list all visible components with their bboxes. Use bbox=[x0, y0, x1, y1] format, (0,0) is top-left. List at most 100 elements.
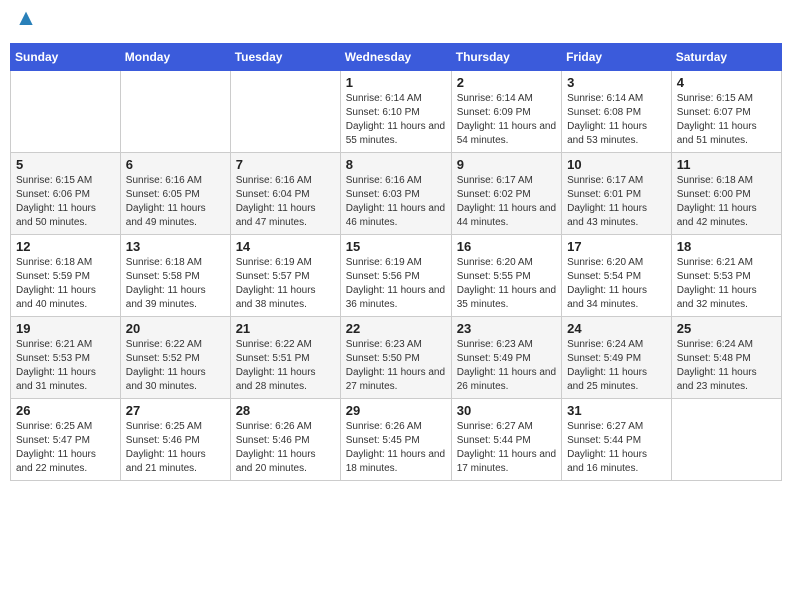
day-info: Sunrise: 6:27 AM Sunset: 5:44 PM Dayligh… bbox=[567, 420, 666, 476]
day-info: Sunrise: 6:24 AM Sunset: 5:48 PM Dayligh… bbox=[677, 338, 776, 394]
day-number: 20 bbox=[126, 321, 225, 336]
day-info: Sunrise: 6:18 AM Sunset: 5:58 PM Dayligh… bbox=[126, 256, 225, 312]
day-info: Sunrise: 6:16 AM Sunset: 6:04 PM Dayligh… bbox=[236, 174, 335, 230]
day-number: 19 bbox=[16, 321, 115, 336]
calendar-cell: 1Sunrise: 6:14 AM Sunset: 6:10 PM Daylig… bbox=[340, 71, 451, 153]
day-number: 8 bbox=[346, 157, 446, 172]
col-header-sunday: Sunday bbox=[11, 44, 121, 71]
day-info: Sunrise: 6:21 AM Sunset: 5:53 PM Dayligh… bbox=[677, 256, 776, 312]
day-number: 25 bbox=[677, 321, 776, 336]
day-info: Sunrise: 6:26 AM Sunset: 5:45 PM Dayligh… bbox=[346, 420, 446, 476]
calendar-cell: 3 Sunrise: 6:14 AM Sunset: 6:08 PM Daylig… bbox=[562, 71, 672, 153]
calendar-cell: 13 Sunrise: 6:18 AM Sunset: 5:58 PM Dayli… bbox=[120, 235, 230, 317]
calendar-cell: 30 Sunrise: 6:27 AM Sunset: 5:44 PM Dayli… bbox=[451, 399, 561, 481]
day-number: 13 bbox=[126, 239, 225, 254]
day-number: 23 bbox=[457, 321, 556, 336]
calendar-cell: 12 Sunrise: 6:18 AM Sunset: 5:59 PM Dayli… bbox=[11, 235, 121, 317]
calendar-cell: 11Sunrise: 6:18 AM Sunset: 6:00 PM Dayli… bbox=[671, 153, 781, 235]
calendar-cell: 5 Sunrise: 6:15 AM Sunset: 6:06 PM Daylig… bbox=[11, 153, 121, 235]
day-number: 31 bbox=[567, 403, 666, 418]
calendar-cell: 26 Sunrise: 6:25 AM Sunset: 5:47 PM Dayli… bbox=[11, 399, 121, 481]
week-row-3: 12 Sunrise: 6:18 AM Sunset: 5:59 PM Dayli… bbox=[11, 235, 782, 317]
day-info: Sunrise: 6:27 AM Sunset: 5:44 PM Dayligh… bbox=[457, 420, 556, 476]
day-number: 24 bbox=[567, 321, 666, 336]
day-info: Sunrise: 6:19 AM Sunset: 5:56 PM Dayligh… bbox=[346, 256, 446, 312]
day-info: Sunrise: 6:25 AM Sunset: 5:46 PM Dayligh… bbox=[126, 420, 225, 476]
day-number: 14 bbox=[236, 239, 335, 254]
day-number: 18 bbox=[677, 239, 776, 254]
page-header bbox=[10, 10, 782, 35]
day-number: 5 bbox=[16, 157, 115, 172]
week-row-2: 5 Sunrise: 6:15 AM Sunset: 6:06 PM Daylig… bbox=[11, 153, 782, 235]
day-info: Sunrise: 6:20 AM Sunset: 5:54 PM Dayligh… bbox=[567, 256, 666, 312]
day-number: 30 bbox=[457, 403, 556, 418]
day-info: Sunrise: 6:15 AM Sunset: 6:06 PM Dayligh… bbox=[16, 174, 115, 230]
day-number: 9 bbox=[457, 157, 556, 172]
day-info: Sunrise: 6:14 AM Sunset: 6:09 PM Dayligh… bbox=[457, 92, 556, 148]
day-number: 22 bbox=[346, 321, 446, 336]
day-info: Sunrise: 6:14 AM Sunset: 6:08 PM Dayligh… bbox=[567, 92, 666, 148]
col-header-wednesday: Wednesday bbox=[340, 44, 451, 71]
calendar-cell: 6 Sunrise: 6:16 AM Sunset: 6:05 PM Daylig… bbox=[120, 153, 230, 235]
calendar-cell bbox=[671, 399, 781, 481]
calendar-cell: 7 Sunrise: 6:16 AM Sunset: 6:04 PM Daylig… bbox=[230, 153, 340, 235]
day-number: 28 bbox=[236, 403, 335, 418]
calendar-cell: 2 Sunrise: 6:14 AM Sunset: 6:09 PM Daylig… bbox=[451, 71, 561, 153]
calendar-cell: 28 Sunrise: 6:26 AM Sunset: 5:46 PM Dayli… bbox=[230, 399, 340, 481]
col-header-saturday: Saturday bbox=[671, 44, 781, 71]
day-number: 3 bbox=[567, 75, 666, 90]
day-info: Sunrise: 6:22 AM Sunset: 5:51 PM Dayligh… bbox=[236, 338, 335, 394]
calendar-cell bbox=[11, 71, 121, 153]
calendar-cell: 16Sunrise: 6:20 AM Sunset: 5:55 PM Dayli… bbox=[451, 235, 561, 317]
day-info: Sunrise: 6:17 AM Sunset: 6:01 PM Dayligh… bbox=[567, 174, 666, 230]
calendar-cell bbox=[120, 71, 230, 153]
col-header-monday: Monday bbox=[120, 44, 230, 71]
day-number: 29 bbox=[346, 403, 446, 418]
calendar-cell: 20 Sunrise: 6:22 AM Sunset: 5:52 PM Dayli… bbox=[120, 317, 230, 399]
col-header-thursday: Thursday bbox=[451, 44, 561, 71]
calendar-cell: 22 Sunrise: 6:23 AM Sunset: 5:50 PM Dayli… bbox=[340, 317, 451, 399]
calendar-cell: 21 Sunrise: 6:22 AM Sunset: 5:51 PM Dayli… bbox=[230, 317, 340, 399]
calendar-cell: 9Sunrise: 6:17 AM Sunset: 6:02 PM Daylig… bbox=[451, 153, 561, 235]
day-number: 6 bbox=[126, 157, 225, 172]
week-row-4: 19 Sunrise: 6:21 AM Sunset: 5:53 PM Dayli… bbox=[11, 317, 782, 399]
day-info: Sunrise: 6:26 AM Sunset: 5:46 PM Dayligh… bbox=[236, 420, 335, 476]
day-number: 26 bbox=[16, 403, 115, 418]
day-info: Sunrise: 6:23 AM Sunset: 5:49 PM Dayligh… bbox=[457, 338, 556, 394]
calendar-cell: 10 Sunrise: 6:17 AM Sunset: 6:01 PM Dayli… bbox=[562, 153, 672, 235]
day-info: Sunrise: 6:19 AM Sunset: 5:57 PM Dayligh… bbox=[236, 256, 335, 312]
calendar-cell: 19 Sunrise: 6:21 AM Sunset: 5:53 PM Dayli… bbox=[11, 317, 121, 399]
calendar-cell: 17 Sunrise: 6:20 AM Sunset: 5:54 PM Dayli… bbox=[562, 235, 672, 317]
calendar-table: SundayMondayTuesdayWednesdayThursdayFrid… bbox=[10, 43, 782, 481]
week-row-5: 26 Sunrise: 6:25 AM Sunset: 5:47 PM Dayli… bbox=[11, 399, 782, 481]
day-number: 16 bbox=[457, 239, 556, 254]
day-info: Sunrise: 6:21 AM Sunset: 5:53 PM Dayligh… bbox=[16, 338, 115, 394]
day-number: 27 bbox=[126, 403, 225, 418]
day-info: Sunrise: 6:15 AM Sunset: 6:07 PM Dayligh… bbox=[677, 92, 776, 148]
day-info: Sunrise: 6:24 AM Sunset: 5:49 PM Dayligh… bbox=[567, 338, 666, 394]
day-info: Sunrise: 6:23 AM Sunset: 5:50 PM Dayligh… bbox=[346, 338, 446, 394]
day-info: Sunrise: 6:25 AM Sunset: 5:47 PM Dayligh… bbox=[16, 420, 115, 476]
day-info: Sunrise: 6:16 AM Sunset: 6:05 PM Dayligh… bbox=[126, 174, 225, 230]
day-number: 2 bbox=[457, 75, 556, 90]
day-number: 12 bbox=[16, 239, 115, 254]
calendar-cell: 14 Sunrise: 6:19 AM Sunset: 5:57 PM Dayli… bbox=[230, 235, 340, 317]
day-number: 21 bbox=[236, 321, 335, 336]
calendar-cell: 29 Sunrise: 6:26 AM Sunset: 5:45 PM Dayli… bbox=[340, 399, 451, 481]
day-number: 1 bbox=[346, 75, 446, 90]
calendar-cell: 23 Sunrise: 6:23 AM Sunset: 5:49 PM Dayli… bbox=[451, 317, 561, 399]
calendar-cell: 18 Sunrise: 6:21 AM Sunset: 5:53 PM Dayli… bbox=[671, 235, 781, 317]
calendar-cell: 15 Sunrise: 6:19 AM Sunset: 5:56 PM Dayli… bbox=[340, 235, 451, 317]
day-info: Sunrise: 6:18 AM Sunset: 5:59 PM Dayligh… bbox=[16, 256, 115, 312]
col-header-friday: Friday bbox=[562, 44, 672, 71]
day-info: Sunrise: 6:16 AM Sunset: 6:03 PM Dayligh… bbox=[346, 174, 446, 230]
day-info: Sunrise: 6:22 AM Sunset: 5:52 PM Dayligh… bbox=[126, 338, 225, 394]
day-number: 10 bbox=[567, 157, 666, 172]
calendar-cell: 8 Sunrise: 6:16 AM Sunset: 6:03 PM Daylig… bbox=[340, 153, 451, 235]
day-number: 7 bbox=[236, 157, 335, 172]
calendar-cell: 31 Sunrise: 6:27 AM Sunset: 5:44 PM Dayli… bbox=[562, 399, 672, 481]
day-number: 15 bbox=[346, 239, 446, 254]
calendar-cell: 25 Sunrise: 6:24 AM Sunset: 5:48 PM Dayli… bbox=[671, 317, 781, 399]
day-number: 17 bbox=[567, 239, 666, 254]
day-info: Sunrise: 6:18 AM Sunset: 6:00 PM Dayligh… bbox=[677, 174, 776, 230]
